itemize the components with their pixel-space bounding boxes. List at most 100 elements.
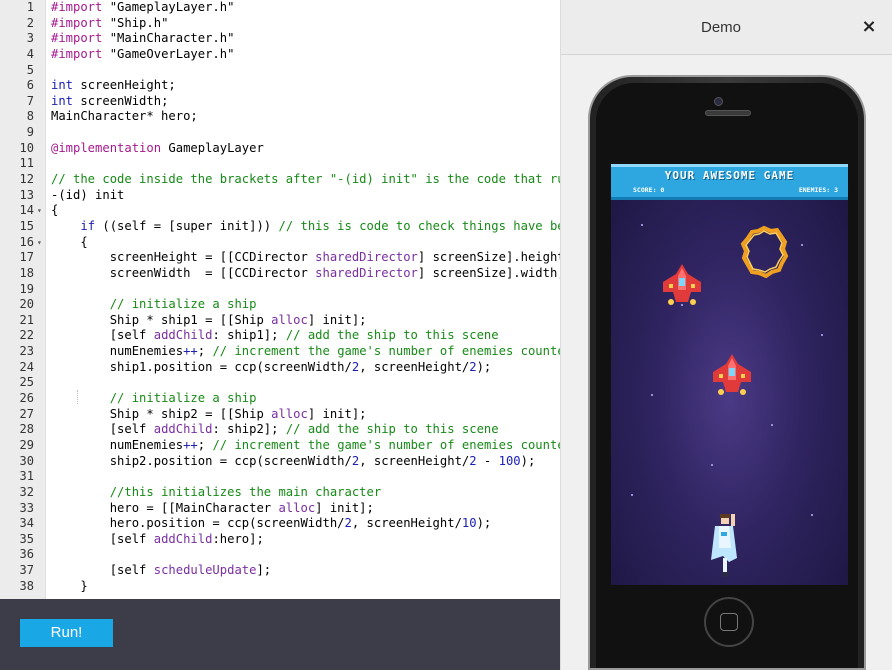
code-text: int screenWidth;: [51, 94, 168, 110]
code-line[interactable]: 2 #import "Ship.h": [0, 16, 560, 32]
code-token: numEnemies: [51, 437, 184, 452]
code-token: sharedDirector: [315, 250, 418, 265]
code-line[interactable]: 31: [0, 469, 560, 485]
star: [811, 514, 813, 516]
line-number: 11: [19, 156, 34, 171]
code-line[interactable]: 9: [0, 125, 560, 141]
code-token: addChild: [153, 422, 213, 437]
code-token: numEnemies: [51, 344, 184, 359]
code-text: -(id) init: [51, 188, 124, 204]
code-token: [self: [51, 328, 154, 343]
code-line[interactable]: 11: [0, 156, 560, 172]
code-line[interactable]: 7 int screenWidth;: [0, 94, 560, 110]
code-editor[interactable]: 1 #import "GameplayLayer.h" 2 #import "Ship…: [0, 0, 560, 599]
code-line[interactable]: 27 Ship * ship2 = [[Ship alloc] init];: [0, 407, 560, 423]
code-line[interactable]: 1 #import "GameplayLayer.h": [0, 0, 560, 16]
code-token: // increment the game's number of enemie…: [212, 437, 560, 452]
code-token: // this is code to check things have bee…: [278, 218, 560, 233]
code-line[interactable]: 26 // initialize a ship: [0, 391, 560, 407]
demo-title: Demo: [700, 19, 741, 36]
code-line[interactable]: 29 numEnemies++; // increment the game's…: [0, 438, 560, 454]
code-line[interactable]: 6 int screenHeight;: [0, 78, 560, 94]
code-line[interactable]: 25: [0, 375, 560, 391]
star: [711, 464, 713, 466]
code-token: [self: [51, 422, 154, 437]
code-token: ];: [256, 563, 272, 578]
line-number: 22: [19, 328, 34, 343]
code-token: ] init];: [307, 312, 367, 327]
code-token: ++: [183, 437, 198, 452]
code-line[interactable]: 20 // initialize a ship: [0, 297, 560, 313]
fold-toggle-icon[interactable]: ▾: [37, 235, 42, 251]
fold-toggle-icon[interactable]: ▾: [37, 203, 42, 219]
line-number: 3: [26, 31, 34, 46]
code-line[interactable]: 3 #import "MainCharacter.h": [0, 31, 560, 47]
game-screen[interactable]: YOUR AWESOME GAME SCORE: 0 ENEMIES: 3: [611, 164, 848, 585]
line-number: 35: [19, 531, 34, 546]
line-number: 28: [19, 422, 34, 437]
code-text: {: [51, 203, 58, 219]
code-line[interactable]: 22 [self addChild: ship1]; // add the sh…: [0, 328, 560, 344]
run-button[interactable]: Run!: [20, 619, 113, 647]
code-token: , screenHeight/: [359, 359, 470, 374]
line-number: 13: [19, 187, 34, 202]
code-line[interactable]: 5: [0, 63, 560, 79]
indent-guide: [77, 390, 78, 404]
code-line[interactable]: 35 [self addChild:hero];: [0, 532, 560, 548]
run-bar: Run!: [0, 599, 560, 670]
code-line[interactable]: 38 }: [0, 579, 560, 595]
line-number: 34: [19, 516, 34, 531]
code-token: -(id) init: [51, 187, 125, 202]
code-line[interactable]: 10 @implementation GameplayLayer: [0, 141, 560, 157]
code-token: );: [476, 516, 492, 531]
code-text: hero = [[MainCharacter alloc] init];: [51, 501, 374, 517]
code-line[interactable]: 16 ▾ {: [0, 235, 560, 251]
home-square-icon: [720, 613, 738, 631]
code-token: int: [51, 78, 74, 93]
code-text: [self addChild:hero];: [51, 532, 264, 548]
code-token: ship2.position = ccp(screenWidth/: [51, 453, 352, 468]
code-token: #import: [51, 46, 110, 61]
code-line[interactable]: 8 MainCharacter* hero;: [0, 109, 560, 125]
code-line[interactable]: 37 [self scheduleUpdate];: [0, 563, 560, 579]
code-token: screenHeight;: [73, 78, 176, 93]
code-token: 2: [344, 516, 352, 531]
code-line[interactable]: 32 //this initializes the main character: [0, 485, 560, 501]
code-line[interactable]: 12 // the code inside the brackets after …: [0, 172, 560, 188]
code-line[interactable]: 33 hero = [[MainCharacter alloc] init];: [0, 501, 560, 517]
code-token: ++: [183, 344, 198, 359]
code-lines[interactable]: 1 #import "GameplayLayer.h" 2 #import "Ship…: [0, 0, 560, 594]
close-icon[interactable]: ×: [857, 15, 881, 39]
code-token: ] init];: [315, 500, 374, 515]
code-line[interactable]: 15 if ((self = [super init])) // this is…: [0, 219, 560, 235]
code-line[interactable]: 13 -(id) init: [0, 188, 560, 204]
code-line[interactable]: 19: [0, 282, 560, 298]
code-line[interactable]: 34 hero.position = ccp(screenWidth/2, sc…: [0, 516, 560, 532]
code-text: ship2.position = ccp(screenWidth/2, scre…: [51, 453, 536, 470]
code-line[interactable]: 4 #import "GameOverLayer.h": [0, 47, 560, 63]
star: [641, 224, 643, 226]
code-line[interactable]: 17 screenHeight = [[CCDirector sharedDir…: [0, 250, 560, 266]
code-text: screenHeight = [[CCDirector sharedDirect…: [51, 250, 560, 266]
code-line[interactable]: 28 [self addChild: ship2]; // add the sh…: [0, 422, 560, 438]
code-line[interactable]: 24 ship1.position = ccp(screenWidth/2, s…: [0, 360, 560, 376]
code-line[interactable]: 21 Ship * ship1 = [[Ship alloc] init];: [0, 313, 560, 329]
code-token: "MainCharacter.h": [109, 31, 235, 46]
code-text: numEnemies++; // increment the game's nu…: [51, 438, 560, 454]
code-line[interactable]: 18 screenWidth = [[CCDirector sharedDire…: [0, 266, 560, 282]
code-text: //this initializes the main character: [51, 485, 382, 501]
code-line[interactable]: 36: [0, 547, 560, 563]
line-number: 29: [19, 437, 34, 452]
code-line[interactable]: 23 numEnemies++; // increment the game's…: [0, 344, 560, 360]
enemy-ship-icon: [663, 264, 701, 305]
code-token: 2: [469, 359, 477, 374]
code-token: // add the ship to this scene: [285, 328, 499, 343]
code-text: hero.position = ccp(screenWidth/2, scree…: [51, 516, 492, 532]
code-line[interactable]: 30 ship2.position = ccp(screenWidth/2, s…: [0, 454, 560, 470]
star: [771, 424, 773, 426]
line-number: 26: [19, 391, 34, 406]
code-line[interactable]: 14 ▾ {: [0, 203, 560, 219]
home-button[interactable]: [704, 597, 754, 647]
